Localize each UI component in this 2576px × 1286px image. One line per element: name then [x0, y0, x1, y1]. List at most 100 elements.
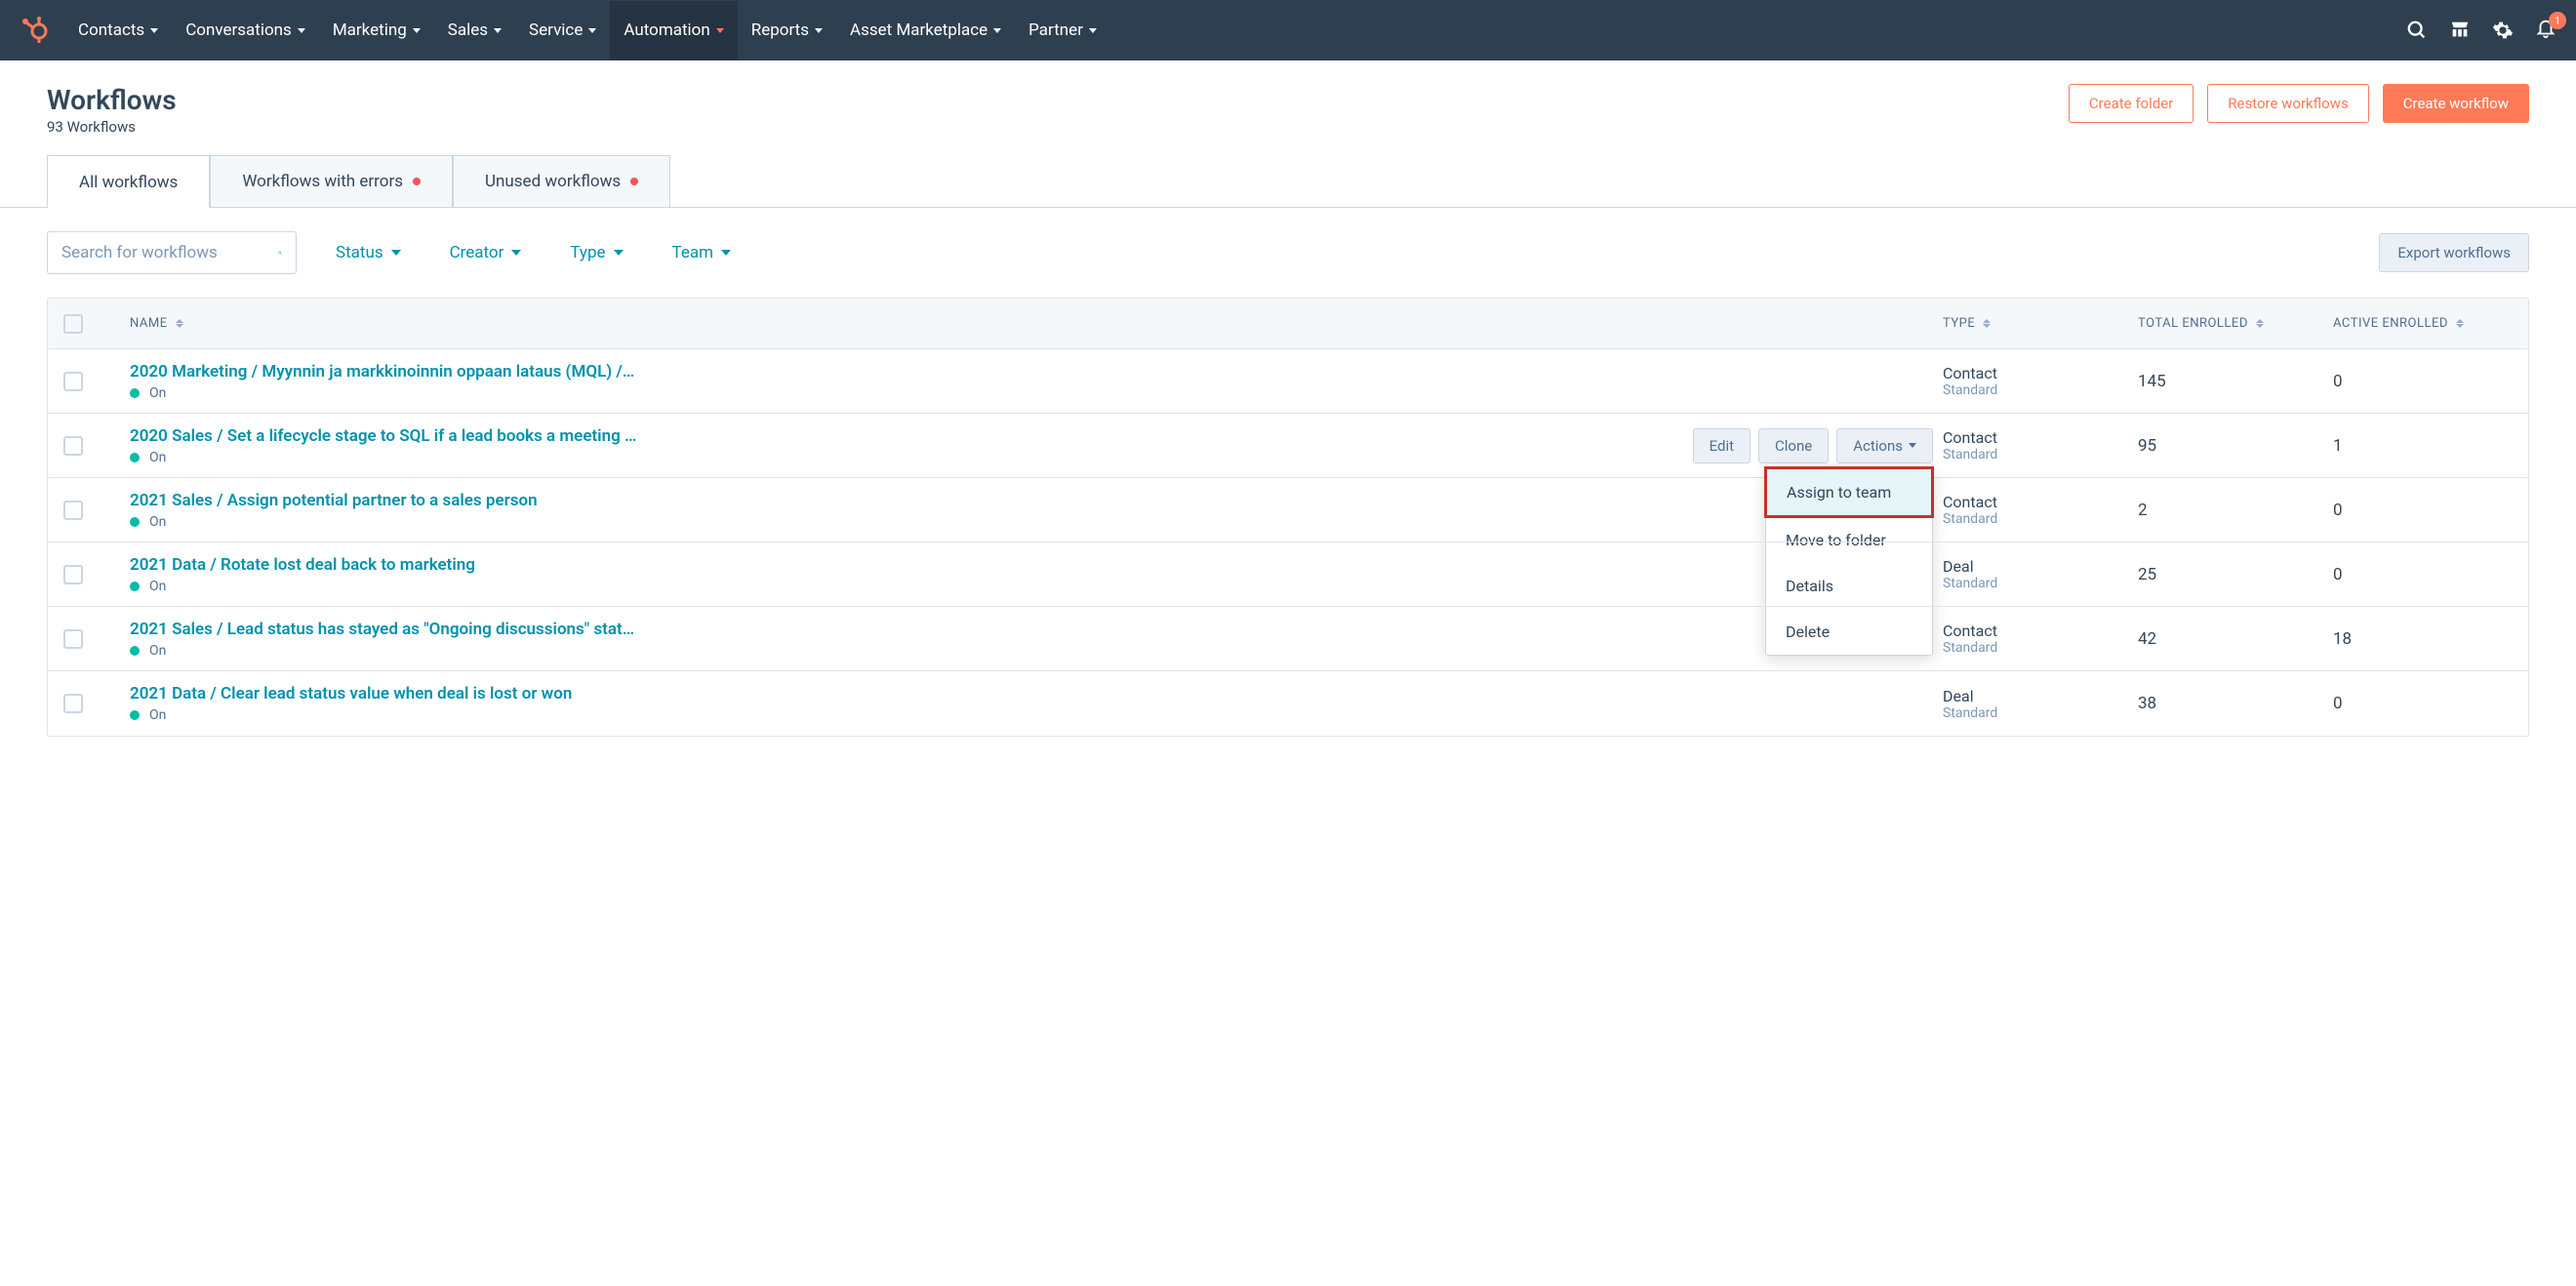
nav-partner[interactable]: Partner	[1028, 1, 1097, 60]
status-dot-icon	[130, 646, 140, 656]
notif-badge: 1	[2549, 12, 2566, 29]
table-row: 2021 Data / Clear lead status value when…	[48, 671, 2528, 736]
cell-active-enrolled: 0	[2333, 565, 2528, 584]
search-box[interactable]	[47, 231, 297, 274]
nav-marketing[interactable]: Marketing	[333, 1, 421, 60]
workflow-name-link[interactable]: 2021 Data / Rotate lost deal back to mar…	[130, 555, 637, 575]
workflow-status: On	[130, 707, 1912, 723]
filter-creator[interactable]: Creator	[450, 243, 522, 262]
status-dot-icon	[130, 582, 140, 591]
sort-icon	[2256, 319, 2264, 328]
edit-button[interactable]: Edit	[1693, 428, 1751, 463]
workflow-name-link[interactable]: 2021 Data / Clear lead status value when…	[130, 684, 637, 703]
notifications-icon[interactable]: 1	[2535, 18, 2556, 43]
workflow-status: On	[130, 579, 1912, 594]
table-row: 2021 Sales / Lead status has stayed as "…	[48, 607, 2528, 671]
cell-type: ContactStandard	[1943, 364, 2138, 398]
cell-active-enrolled: 18	[2333, 629, 2528, 649]
workflow-name-link[interactable]: 2020 Sales / Set a lifecycle stage to SQ…	[130, 426, 637, 446]
chevron-down-icon	[494, 28, 502, 33]
cell-type: ContactStandard	[1943, 493, 2138, 527]
tab-all-workflows[interactable]: All workflows	[47, 155, 210, 208]
marketplace-icon[interactable]	[2449, 20, 2471, 41]
filter-team[interactable]: Team	[672, 243, 732, 262]
workflow-name-link[interactable]: 2021 Sales / Assign potential partner to…	[130, 491, 637, 510]
row-checkbox[interactable]	[63, 694, 83, 713]
workflow-name-link[interactable]: 2020 Marketing / Myynnin ja markkinoinni…	[130, 362, 637, 382]
workflow-status: On	[130, 385, 1912, 401]
cell-active-enrolled: 0	[2333, 694, 2528, 713]
cell-type: DealStandard	[1943, 557, 2138, 591]
row-checkbox[interactable]	[63, 565, 83, 584]
workflow-name-link[interactable]: 2021 Sales / Lead status has stayed as "…	[130, 620, 637, 639]
sort-icon	[1983, 319, 1991, 328]
nav-automation[interactable]: Automation	[610, 1, 737, 60]
chevron-down-icon	[511, 250, 521, 256]
nav-asset-marketplace[interactable]: Asset Marketplace	[850, 1, 1001, 60]
table-header: NAME TYPE TOTAL ENROLLED ACTIVE ENROLLED	[48, 299, 2528, 349]
chevron-down-icon	[1089, 28, 1097, 33]
chevron-down-icon	[614, 250, 624, 256]
nav-conversations[interactable]: Conversations	[185, 1, 305, 60]
table-row: 2020 Marketing / Myynnin ja markkinoinni…	[48, 349, 2528, 414]
search-icon	[278, 243, 282, 262]
search-icon[interactable]	[2406, 20, 2428, 41]
chevron-down-icon	[391, 250, 401, 256]
row-checkbox[interactable]	[63, 372, 83, 391]
hubspot-logo[interactable]	[20, 16, 49, 45]
status-dot-icon	[130, 388, 140, 398]
cell-active-enrolled: 0	[2333, 501, 2528, 520]
select-all-checkbox[interactable]	[63, 314, 83, 334]
toolbar: Status Creator Type Team Export workflows	[0, 208, 2576, 298]
table-row: 2021 Sales / Assign potential partner to…	[48, 478, 2528, 543]
search-input[interactable]	[61, 243, 278, 262]
filter-status[interactable]: Status	[336, 243, 401, 262]
status-dot-icon	[130, 453, 140, 462]
workflow-status: On	[130, 450, 1912, 465]
cell-active-enrolled: 0	[2333, 372, 2528, 391]
row-actions: EditCloneActionsAssign to teamMove to fo…	[1693, 428, 1933, 463]
nav-contacts[interactable]: Contacts	[78, 1, 158, 60]
col-type[interactable]: TYPE	[1943, 316, 2138, 331]
gear-icon[interactable]	[2492, 20, 2514, 41]
nav-sales[interactable]: Sales	[448, 1, 502, 60]
error-dot-icon	[630, 178, 638, 185]
table-row: 2020 Sales / Set a lifecycle stage to SQ…	[48, 414, 2528, 478]
col-active-enrolled[interactable]: ACTIVE ENROLLED	[2333, 316, 2528, 331]
cell-total-enrolled: 95	[2138, 436, 2333, 456]
sort-icon	[2456, 319, 2464, 328]
filter-type[interactable]: Type	[570, 243, 623, 262]
cell-active-enrolled: 1	[2333, 436, 2528, 456]
error-dot-icon	[413, 178, 421, 185]
tab-unused-workflows[interactable]: Unused workflows	[453, 155, 670, 208]
export-button[interactable]: Export workflows	[2379, 233, 2529, 272]
workflow-status: On	[130, 643, 1912, 659]
page-title: Workflows	[47, 84, 177, 116]
tabs: All workflowsWorkflows with errorsUnused…	[47, 155, 2529, 208]
actions-button[interactable]: Actions	[1836, 428, 1933, 463]
page-header: Workflows 93 Workflows Create folder Res…	[0, 60, 2576, 136]
cell-type: DealStandard	[1943, 687, 2138, 721]
col-name[interactable]: NAME	[99, 316, 1943, 331]
chevron-down-icon	[815, 28, 823, 33]
create-workflow-button[interactable]: Create workflow	[2383, 84, 2529, 123]
cell-type: ContactStandard	[1943, 428, 2138, 462]
tab-workflows-with-errors[interactable]: Workflows with errors	[210, 155, 453, 208]
row-checkbox[interactable]	[63, 436, 83, 456]
col-total-enrolled[interactable]: TOTAL ENROLLED	[2138, 316, 2333, 331]
chevron-down-icon	[716, 28, 724, 33]
chevron-down-icon	[298, 28, 305, 33]
nav-service[interactable]: Service	[529, 1, 596, 60]
create-folder-button[interactable]: Create folder	[2069, 84, 2194, 123]
workflow-status: On	[130, 514, 1912, 530]
chevron-down-icon	[993, 28, 1001, 33]
row-checkbox[interactable]	[63, 629, 83, 649]
clone-button[interactable]: Clone	[1758, 428, 1829, 463]
status-dot-icon	[130, 517, 140, 527]
top-nav: Contacts Conversations Marketing Sales Servi…	[0, 0, 2576, 60]
cell-type: ContactStandard	[1943, 622, 2138, 656]
restore-workflows-button[interactable]: Restore workflows	[2207, 84, 2368, 123]
chevron-down-icon	[413, 28, 421, 33]
nav-reports[interactable]: Reports	[751, 1, 823, 60]
row-checkbox[interactable]	[63, 501, 83, 520]
